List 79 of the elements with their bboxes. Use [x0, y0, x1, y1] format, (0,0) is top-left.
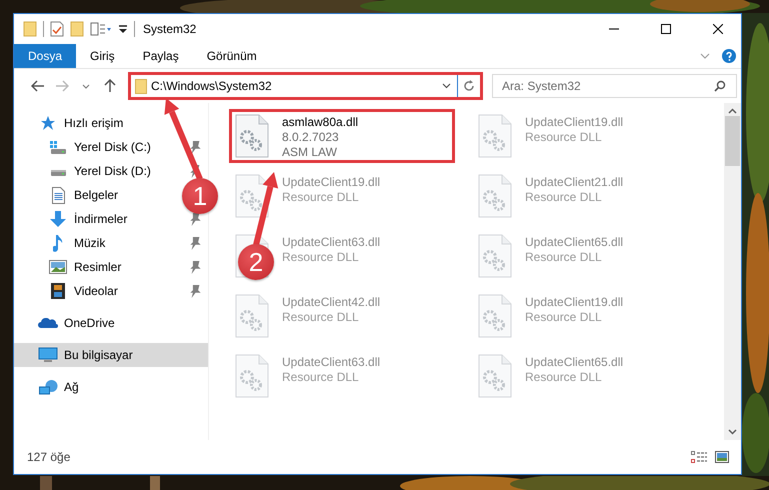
search-icon[interactable]: [714, 80, 726, 92]
picture-icon: [49, 260, 67, 274]
file-detail: Resource DLL: [525, 250, 603, 265]
file-detail: 8.0.2.7023: [282, 130, 340, 145]
file-detail: Resource DLL: [525, 310, 603, 325]
dll-file-icon: [478, 234, 512, 278]
dll-file-icon: [478, 114, 512, 158]
nav-item[interactable]: Müzik: [48, 234, 106, 252]
recent-locations-icon[interactable]: [82, 84, 90, 88]
nav-item[interactable]: Belgeler: [48, 186, 118, 204]
large-icons-view-icon[interactable]: [715, 451, 729, 463]
dll-file-icon: [235, 114, 269, 158]
music-note-icon: [53, 234, 63, 252]
document-icon: [52, 186, 64, 204]
network-icon: [38, 380, 58, 394]
scroll-up-icon[interactable]: [728, 108, 737, 114]
dll-file-icon: [235, 174, 269, 218]
nav-item[interactable]: OneDrive: [38, 316, 115, 330]
cloud-icon: [38, 318, 58, 328]
film-icon: [51, 283, 65, 299]
dll-file-icon: [478, 174, 512, 218]
file-detail: ASM LAW: [282, 145, 338, 160]
scroll-thumb[interactable]: [725, 116, 740, 166]
up-icon[interactable]: [104, 79, 116, 93]
nav-item[interactable]: Videolar: [48, 283, 118, 299]
dll-file-icon: [478, 354, 512, 398]
file-detail: Resource DLL: [525, 370, 603, 385]
pin-icon[interactable]: [190, 140, 200, 154]
down-arrow-icon: [50, 211, 66, 227]
file-detail: Resource DLL: [525, 130, 603, 145]
view-options-icon[interactable]: [90, 22, 112, 36]
file-name[interactable]: asmlaw80a.dll: [282, 115, 358, 130]
scrollbar[interactable]: [724, 103, 741, 440]
dropdown-icon[interactable]: [118, 24, 128, 34]
file-detail: Resource DLL: [282, 310, 360, 325]
close-icon[interactable]: [713, 24, 723, 34]
file-detail: Resource DLL: [525, 190, 603, 205]
nav-item[interactable]: Bu bilgisayar: [38, 347, 133, 363]
nav-item[interactable]: Resimler: [48, 260, 122, 274]
ribbon-tab[interactable]: Görünüm: [192, 44, 271, 68]
properties-icon[interactable]: [50, 21, 64, 37]
address-field[interactable]: C:\Windows\System32: [147, 79, 435, 93]
pin-icon[interactable]: [190, 236, 200, 250]
nav-item[interactable]: Hızlı erişim: [38, 115, 124, 131]
file-detail: Resource DLL: [282, 190, 360, 205]
search-box[interactable]: Ara: System32: [492, 74, 737, 98]
file-detail: Resource DLL: [282, 370, 360, 385]
pin-icon[interactable]: [190, 284, 200, 298]
refresh-icon[interactable]: [463, 80, 475, 92]
dll-file-icon: [235, 294, 269, 338]
scroll-down-icon[interactable]: [728, 429, 737, 435]
help-icon[interactable]: [722, 49, 736, 63]
dropdown-icon[interactable]: [442, 83, 450, 89]
search-field[interactable]: Ara: System32: [493, 78, 714, 94]
maximize-icon[interactable]: [661, 24, 671, 34]
drive-icon: [50, 170, 66, 176]
back-icon[interactable]: [31, 80, 45, 92]
window-title: System32: [143, 22, 198, 36]
ribbon-tab[interactable]: Paylaş: [128, 44, 193, 68]
folder-icon: [135, 78, 147, 94]
dll-file-icon: [478, 294, 512, 338]
drive-icon: [50, 140, 66, 154]
computer-icon: [38, 347, 58, 363]
nav-item[interactable]: Yerel Disk (D:): [48, 164, 151, 178]
nav-item[interactable]: İndirmeler: [48, 211, 128, 227]
nav-item[interactable]: Yerel Disk (C:): [48, 140, 151, 154]
file-detail: Resource DLL: [282, 250, 360, 265]
details-view-icon[interactable]: [691, 451, 707, 463]
ribbon-tab[interactable]: Dosya: [14, 44, 76, 68]
item-count: 127 öğe: [27, 450, 72, 464]
star-icon: [40, 115, 56, 131]
pin-icon[interactable]: [190, 260, 200, 274]
nav-item[interactable]: Ağ: [38, 380, 79, 394]
pin-icon[interactable]: [190, 212, 200, 226]
expand-ribbon-icon[interactable]: [700, 53, 710, 59]
minimize-icon[interactable]: [609, 28, 619, 30]
address-bar[interactable]: C:\Windows\System32: [128, 72, 483, 100]
ribbon-tab[interactable]: Giriş: [76, 44, 129, 68]
dll-file-icon: [235, 354, 269, 398]
